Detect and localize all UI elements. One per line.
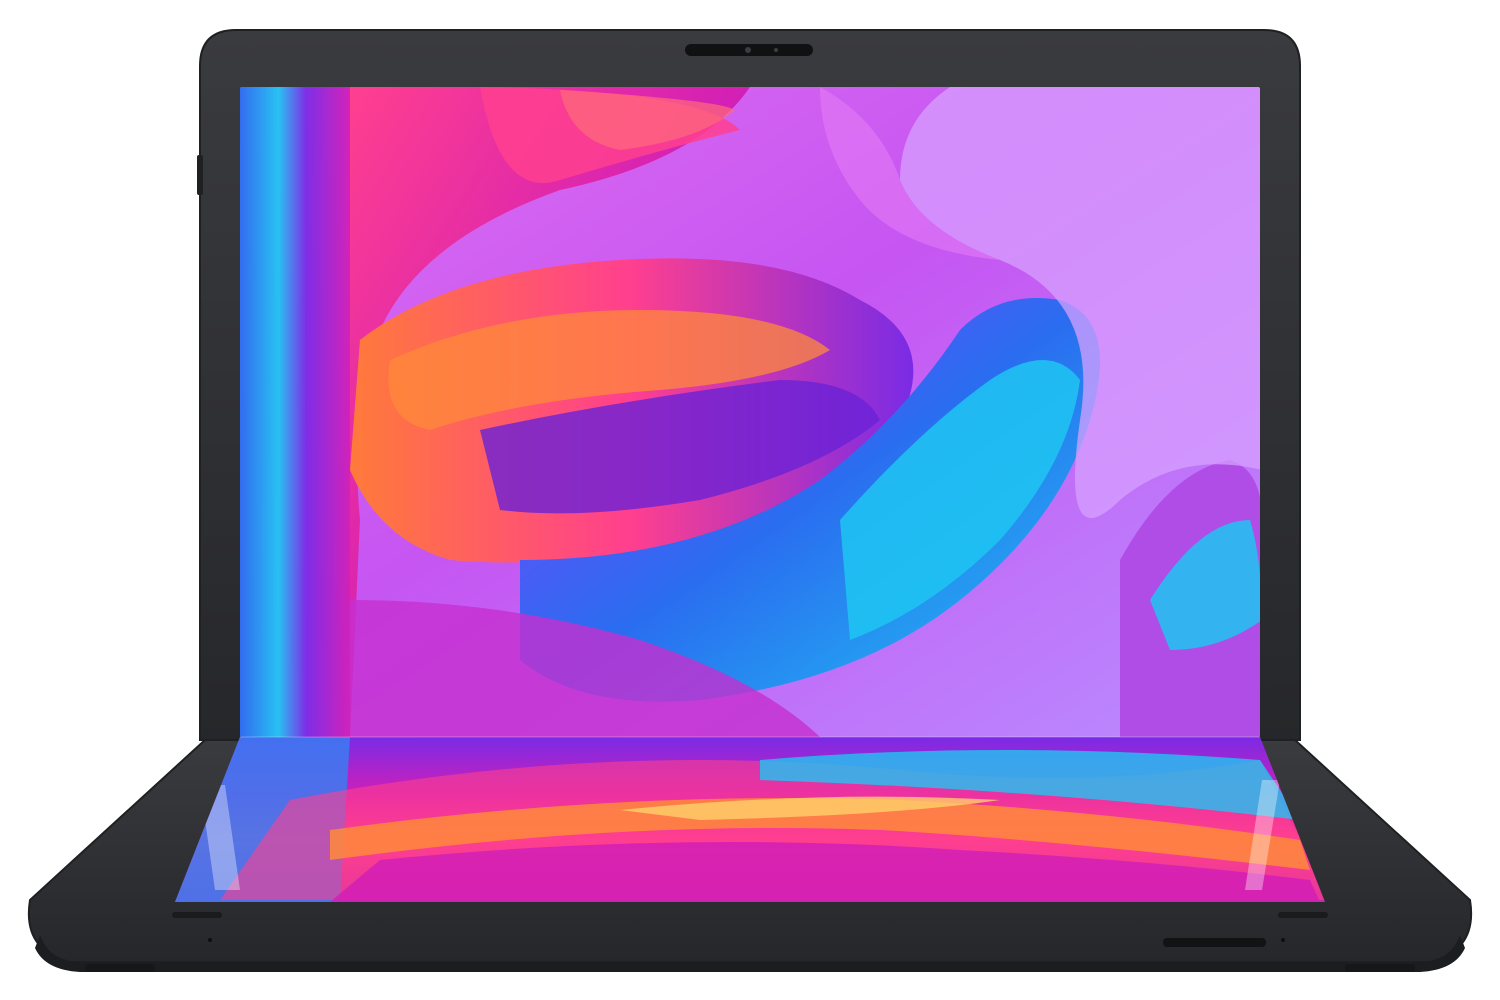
webcam-icon — [685, 44, 813, 56]
side-button[interactable] — [197, 155, 203, 195]
speaker-grille-icon — [172, 912, 222, 918]
right-foot — [1345, 964, 1415, 972]
foldable-laptop-illustration — [27, 29, 1473, 972]
lower-screen — [175, 737, 1325, 902]
usb-c-port-icon[interactable] — [1163, 938, 1266, 947]
foldable-laptop-scene — [0, 0, 1500, 1000]
speaker-grille-icon — [1278, 912, 1328, 918]
upper-screen — [240, 87, 1260, 737]
microphone-hole-icon — [1281, 938, 1285, 942]
microphone-hole-icon — [208, 938, 212, 942]
left-foot — [85, 964, 155, 972]
